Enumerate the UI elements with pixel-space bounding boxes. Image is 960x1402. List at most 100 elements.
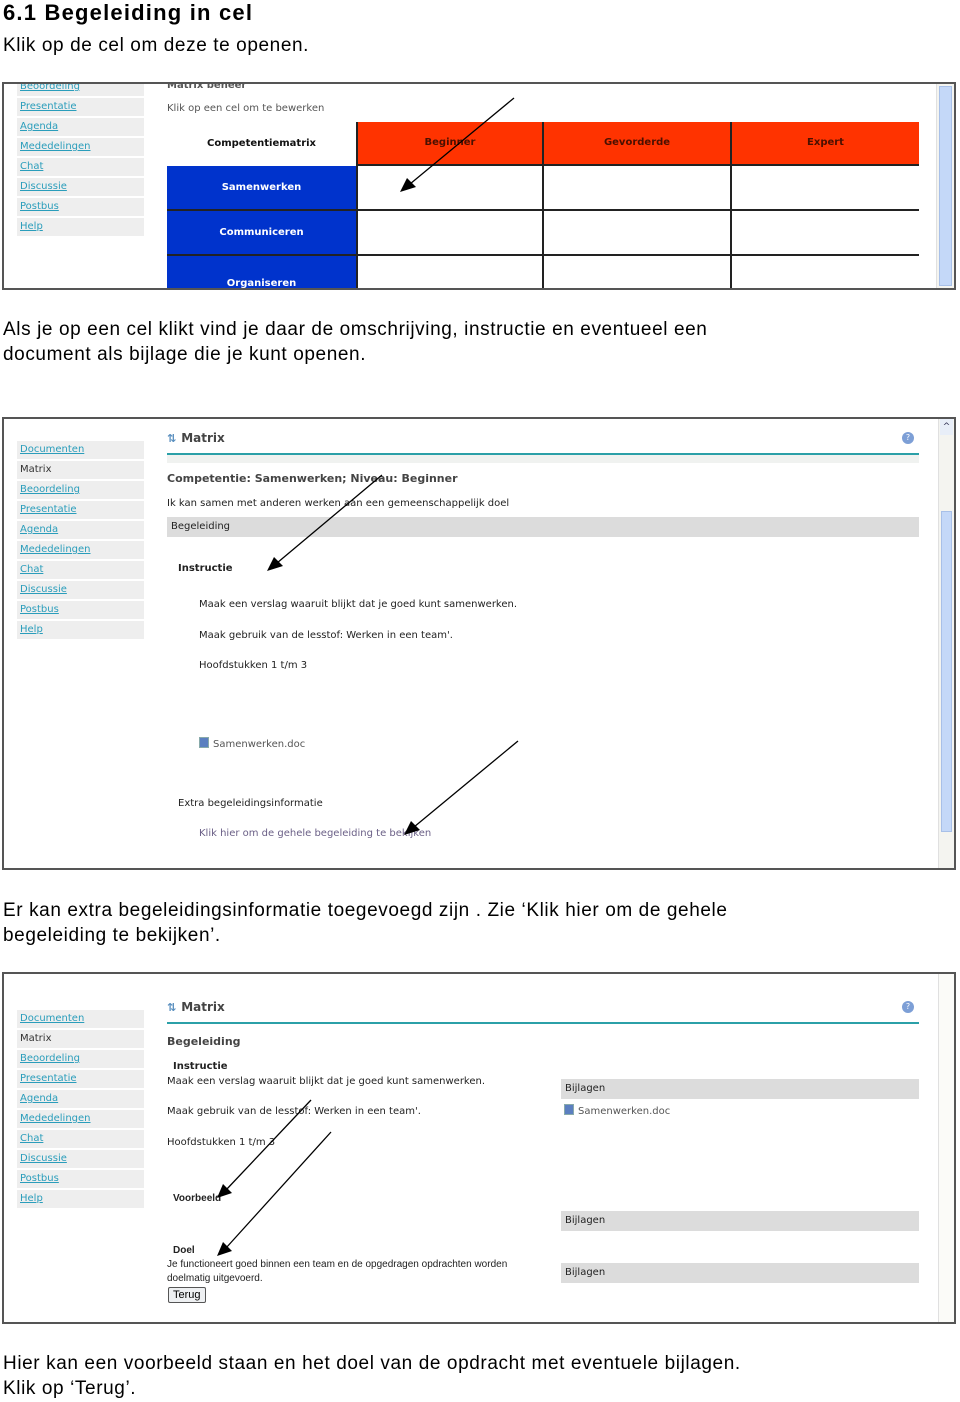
doel-line: doelmatig uitgevoerd. <box>167 1273 263 1284</box>
bijlagen-bar: Bijlagen <box>561 1211 919 1231</box>
pane-title-label: Matrix <box>181 431 225 445</box>
competence-communiceren[interactable]: Communiceren <box>167 211 356 256</box>
scroll-up-button[interactable]: ^ <box>940 419 953 435</box>
matrix-cell[interactable] <box>356 256 544 288</box>
sidebar-item-agenda[interactable]: Agenda <box>17 521 144 539</box>
screenshot-full-guidance: Documenten Matrix Beoordeling Presentatie Ag… <box>2 972 956 1324</box>
competence-organiseren-label: Organiseren <box>226 278 297 289</box>
instructie-line: Maak een verslag waaruit blijkt dat je g… <box>199 599 518 610</box>
sidebar-item-discussie[interactable]: Discussie <box>17 1150 144 1168</box>
header-divider <box>167 1022 919 1024</box>
pane-title: ⇅ Matrix <box>167 431 225 445</box>
paragraph-extra-info-2: begeleiding te bekijken’. <box>3 925 221 946</box>
sidebar-item-matrix[interactable]: Matrix <box>17 461 144 479</box>
sidebar-item-chat[interactable]: Chat <box>17 561 144 579</box>
help-icon[interactable]: ? <box>902 1001 914 1013</box>
matrix-admin-heading: Matrix beheer <box>167 82 247 91</box>
sidebar-item-documenten[interactable]: Documenten <box>17 1010 144 1028</box>
screenshot-cell-detail: Documenten Matrix Beoordeling Presentatie Ag… <box>2 417 956 870</box>
sidebar-item-beoordeling[interactable]: Beoordeling <box>17 84 144 96</box>
refresh-icon: ⇅ <box>167 432 177 445</box>
sidebar-item-beoordeling[interactable]: Beoordeling <box>17 1050 144 1068</box>
level-header-gevorderde[interactable]: Gevorderde <box>544 122 732 166</box>
sidebar-item-chat[interactable]: Chat <box>17 158 144 176</box>
paragraph-extra-info-1: Er kan extra begeleidingsinformatie toeg… <box>3 900 728 921</box>
sidebar-item-chat[interactable]: Chat <box>17 1130 144 1148</box>
sidebar: Documenten Matrix Beoordeling Presentatie Ag… <box>17 1010 144 1210</box>
matrix-cell[interactable] <box>544 166 732 211</box>
competentie-description: Ik kan samen met anderen werken aan een … <box>167 498 510 509</box>
scrollbar-thumb[interactable] <box>941 511 952 832</box>
refresh-icon: ⇅ <box>167 1001 177 1014</box>
sidebar-item-presentatie[interactable]: Presentatie <box>17 98 144 116</box>
section-title: 6.1 Begeleiding in cel <box>3 0 254 25</box>
sidebar: Documenten Matrix Beoordeling Presentatie Ag… <box>17 441 144 641</box>
sidebar-item-postbus[interactable]: Postbus <box>17 1170 144 1188</box>
instructie-heading: Instructie <box>173 1061 228 1072</box>
pane-title-label: Matrix <box>181 1000 225 1014</box>
level-header-expert[interactable]: Expert <box>732 122 919 166</box>
sidebar-item-agenda[interactable]: Agenda <box>17 118 144 136</box>
sidebar-item-postbus[interactable]: Postbus <box>17 198 144 216</box>
scrollbar[interactable] <box>938 974 954 1322</box>
word-document-icon <box>564 1104 574 1115</box>
sidebar-item-matrix[interactable]: Matrix <box>17 1030 144 1048</box>
paragraph-cell-info-2: document als bijlage die je kunt openen. <box>3 344 367 365</box>
competence-organiseren[interactable]: Organiseren <box>167 256 356 289</box>
attachment-label: Samenwerken.doc <box>578 1106 671 1117</box>
sidebar-item-beoordeling[interactable]: Beoordeling <box>17 481 144 499</box>
matrix-instruction: Klik op een cel om te bewerken <box>167 103 325 114</box>
competentie-heading: Competentie: Samenwerken; Niveau: Beginn… <box>167 472 458 485</box>
scrollbar[interactable] <box>936 84 954 288</box>
instructie-line: Maak gebruik van de lesstof: Werken in e… <box>167 1106 421 1117</box>
instructie-line: Maak gebruik van de lesstof: Werken in e… <box>199 630 453 641</box>
matrix-cell[interactable] <box>544 256 732 288</box>
full-guidance-link[interactable]: Klik hier om de gehele begeleiding te be… <box>199 828 431 839</box>
sidebar-item-mededelingen[interactable]: Mededelingen <box>17 138 144 156</box>
matrix-cell[interactable] <box>356 166 544 211</box>
doel-line: Je functioneert goed binnen een team en … <box>167 1259 508 1270</box>
instructie-line: Hoofdstukken 1 t/m 3 <box>167 1137 276 1148</box>
instructie-line: Maak een verslag waaruit blijkt dat je g… <box>167 1076 486 1087</box>
scrollbar-thumb[interactable] <box>939 86 952 286</box>
scrollbar[interactable]: ^ <box>938 419 954 868</box>
sidebar-item-presentatie[interactable]: Presentatie <box>17 501 144 519</box>
sidebar-item-agenda[interactable]: Agenda <box>17 1090 144 1108</box>
sidebar-item-discussie[interactable]: Discussie <box>17 581 144 599</box>
sidebar-item-help[interactable]: Help <box>17 1190 144 1208</box>
pane-title: ⇅ Matrix <box>167 1000 225 1014</box>
sidebar: Beoordeling Presentatie Agenda Mededelingen… <box>17 84 144 238</box>
help-icon[interactable]: ? <box>902 432 914 444</box>
intro-paragraph: Klik op de cel om deze te openen. <box>3 35 310 56</box>
annotation-arrows <box>267 474 519 835</box>
matrix-cell[interactable] <box>732 211 919 256</box>
matrix-cell[interactable] <box>356 211 544 256</box>
attachment-link[interactable]: Samenwerken.doc <box>199 737 305 750</box>
sidebar-item-mededelingen[interactable]: Mededelingen <box>17 541 144 559</box>
instructie-heading: Instructie <box>178 563 233 574</box>
competence-samenwerken[interactable]: Samenwerken <box>167 166 356 211</box>
sidebar-item-documenten[interactable]: Documenten <box>17 441 144 459</box>
matrix-corner-label: Competentiematrix <box>207 138 316 149</box>
begeleiding-bar: Begeleiding <box>167 517 919 537</box>
voorbeeld-heading: Voorbeeld <box>173 1193 222 1204</box>
begeleiding-heading: Begeleiding <box>167 1035 241 1048</box>
matrix-cell[interactable] <box>544 211 732 256</box>
paragraph-cell-info-1: Als je op een cel klikt vind je daar de … <box>3 319 708 340</box>
attachment-link[interactable]: Samenwerken.doc <box>564 1104 670 1117</box>
header-subbar <box>167 455 919 463</box>
bijlagen-bar: Bijlagen <box>561 1079 919 1099</box>
terug-button[interactable]: Terug <box>168 1287 206 1303</box>
sidebar-item-help[interactable]: Help <box>17 218 144 236</box>
sidebar-item-presentatie[interactable]: Presentatie <box>17 1070 144 1088</box>
screenshot-matrix-overview: Beoordeling Presentatie Agenda Mededelingen… <box>2 82 956 290</box>
bijlagen-bar: Bijlagen <box>561 1263 919 1283</box>
sidebar-item-postbus[interactable]: Postbus <box>17 601 144 619</box>
sidebar-item-mededelingen[interactable]: Mededelingen <box>17 1110 144 1128</box>
matrix-cell[interactable] <box>732 256 919 288</box>
sidebar-item-help[interactable]: Help <box>17 621 144 639</box>
level-header-beginner[interactable]: Beginner <box>356 122 544 166</box>
instructie-line: Hoofdstukken 1 t/m 3 <box>199 660 308 671</box>
sidebar-item-discussie[interactable]: Discussie <box>17 178 144 196</box>
matrix-cell[interactable] <box>732 166 919 211</box>
